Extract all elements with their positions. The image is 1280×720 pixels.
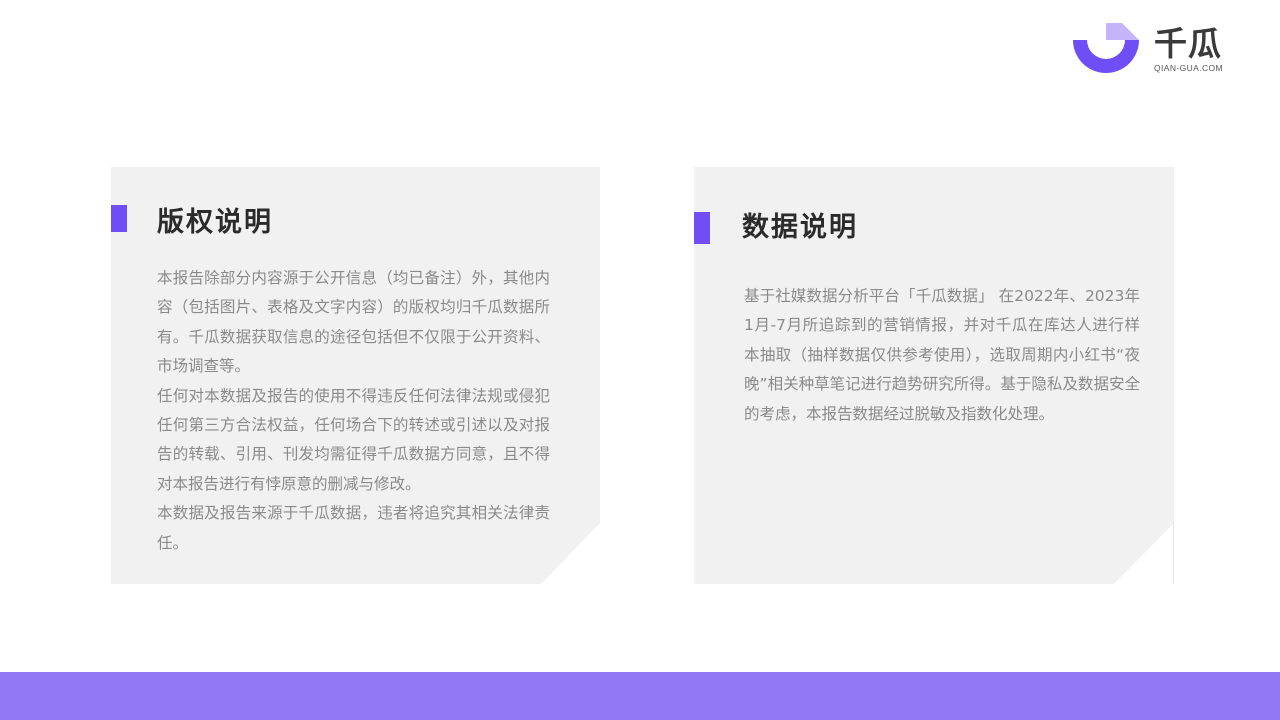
copyright-paragraph: 本报告除部分内容源于公开信息（均已备注）外，其他内容（包括图片、表格及文字内容）… — [157, 269, 550, 376]
brand-domain: QIAN-GUA.COM — [1154, 63, 1224, 73]
qiangua-logo-icon — [1073, 23, 1139, 73]
card-edge-divider — [1173, 522, 1174, 584]
brand-name: 千瓜 — [1154, 24, 1222, 63]
copyright-card: 版权说明 本报告除部分内容源于公开信息（均已备注）外，其他内容（包括图片、表格及… — [111, 167, 600, 584]
copyright-paragraph: 本数据及报告来源于千瓜数据，违者将追究其相关法律责任。 — [157, 504, 550, 552]
section-marker — [111, 205, 127, 232]
data-note-body: 基于社媒数据分析平台「千瓜数据」 在2022年、2023年1月-7月所追踪到的营… — [744, 282, 1140, 429]
copyright-paragraph: 任何对本数据及报告的使用不得违反任何法律法规或侵犯任何第三方合法权益，任何场合下… — [157, 386, 550, 493]
brand-logo: 千瓜 QIAN-GUA.COM — [1072, 22, 1232, 78]
footer-bar — [0, 672, 1280, 720]
section-marker — [694, 212, 710, 244]
data-note-title: 数据说明 — [742, 212, 858, 243]
copyright-title: 版权说明 — [157, 207, 273, 238]
copyright-body: 本报告除部分内容源于公开信息（均已备注）外，其他内容（包括图片、表格及文字内容）… — [157, 264, 550, 558]
data-note-card: 数据说明 基于社媒数据分析平台「千瓜数据」 在2022年、2023年1月-7月所… — [694, 167, 1174, 584]
data-note-paragraph: 基于社媒数据分析平台「千瓜数据」 在2022年、2023年1月-7月所追踪到的营… — [744, 287, 1140, 423]
